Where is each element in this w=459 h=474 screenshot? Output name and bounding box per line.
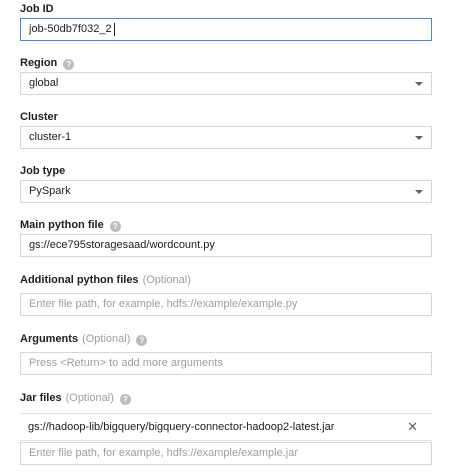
main-python-file-label: Main python file? bbox=[20, 218, 121, 232]
additional-python-files-placeholder: Enter file path, for example, hdfs://exa… bbox=[29, 298, 298, 310]
arguments-label-text: Arguments bbox=[20, 333, 79, 345]
jar-file-path: gs://hadoop-lib/bigquery/bigquery-connec… bbox=[28, 421, 335, 433]
jar-files-placeholder: Enter file path, for example, hdfs://exa… bbox=[29, 447, 299, 459]
arguments-input[interactable]: Press <Return> to add more arguments bbox=[20, 352, 432, 375]
region-select[interactable]: global bbox=[20, 72, 432, 95]
question-circle-icon[interactable]: ? bbox=[63, 59, 75, 70]
jar-files-input[interactable]: Enter file path, for example, hdfs://exa… bbox=[20, 442, 432, 465]
jar-files-label-text: Jar files bbox=[20, 392, 62, 404]
cluster-value: cluster-1 bbox=[29, 131, 72, 143]
close-icon[interactable]: ✕ bbox=[407, 414, 418, 440]
dropdown-arrow-icon bbox=[415, 82, 423, 86]
job-type-label: Job type bbox=[20, 165, 66, 177]
additional-python-files-label-text: Additional python files bbox=[20, 274, 139, 286]
optional-tag: (Optional) bbox=[65, 392, 114, 404]
cluster-label: Cluster bbox=[20, 111, 58, 123]
region-label-text: Region bbox=[20, 57, 58, 69]
job-id-label: Job ID bbox=[20, 3, 54, 15]
main-python-file-value: gs://ece795storagesaad/wordcount.py bbox=[29, 239, 215, 251]
additional-python-files-input[interactable]: Enter file path, for example, hdfs://exa… bbox=[20, 293, 432, 316]
question-circle-icon[interactable]: ? bbox=[119, 394, 131, 405]
job-type-select[interactable]: PySpark bbox=[20, 180, 432, 203]
main-python-file-label-text: Main python file bbox=[20, 219, 104, 231]
dropdown-arrow-icon bbox=[415, 136, 423, 140]
arguments-placeholder: Press <Return> to add more arguments bbox=[29, 357, 223, 369]
question-circle-icon[interactable]: ? bbox=[109, 221, 121, 232]
text-caret bbox=[114, 23, 115, 36]
jar-files-label: Jar files (Optional)? bbox=[20, 391, 131, 405]
optional-tag: (Optional) bbox=[82, 333, 131, 345]
arguments-label: Arguments (Optional)? bbox=[20, 332, 148, 346]
job-id-input[interactable]: job-50db7f032_2 bbox=[20, 18, 432, 41]
jar-file-item: gs://hadoop-lib/bigquery/bigquery-connec… bbox=[20, 413, 432, 441]
optional-tag: (Optional) bbox=[142, 274, 191, 286]
additional-python-files-label: Additional python files (Optional) bbox=[20, 273, 191, 287]
region-value: global bbox=[29, 77, 59, 89]
cluster-select[interactable]: cluster-1 bbox=[20, 126, 432, 149]
job-type-value: PySpark bbox=[29, 185, 71, 197]
main-python-file-input[interactable]: gs://ece795storagesaad/wordcount.py bbox=[20, 234, 432, 257]
dropdown-arrow-icon bbox=[415, 190, 423, 194]
question-circle-icon[interactable]: ? bbox=[136, 335, 148, 346]
job-id-value: job-50db7f032_2 bbox=[29, 23, 112, 35]
region-label: Region? bbox=[20, 56, 75, 70]
